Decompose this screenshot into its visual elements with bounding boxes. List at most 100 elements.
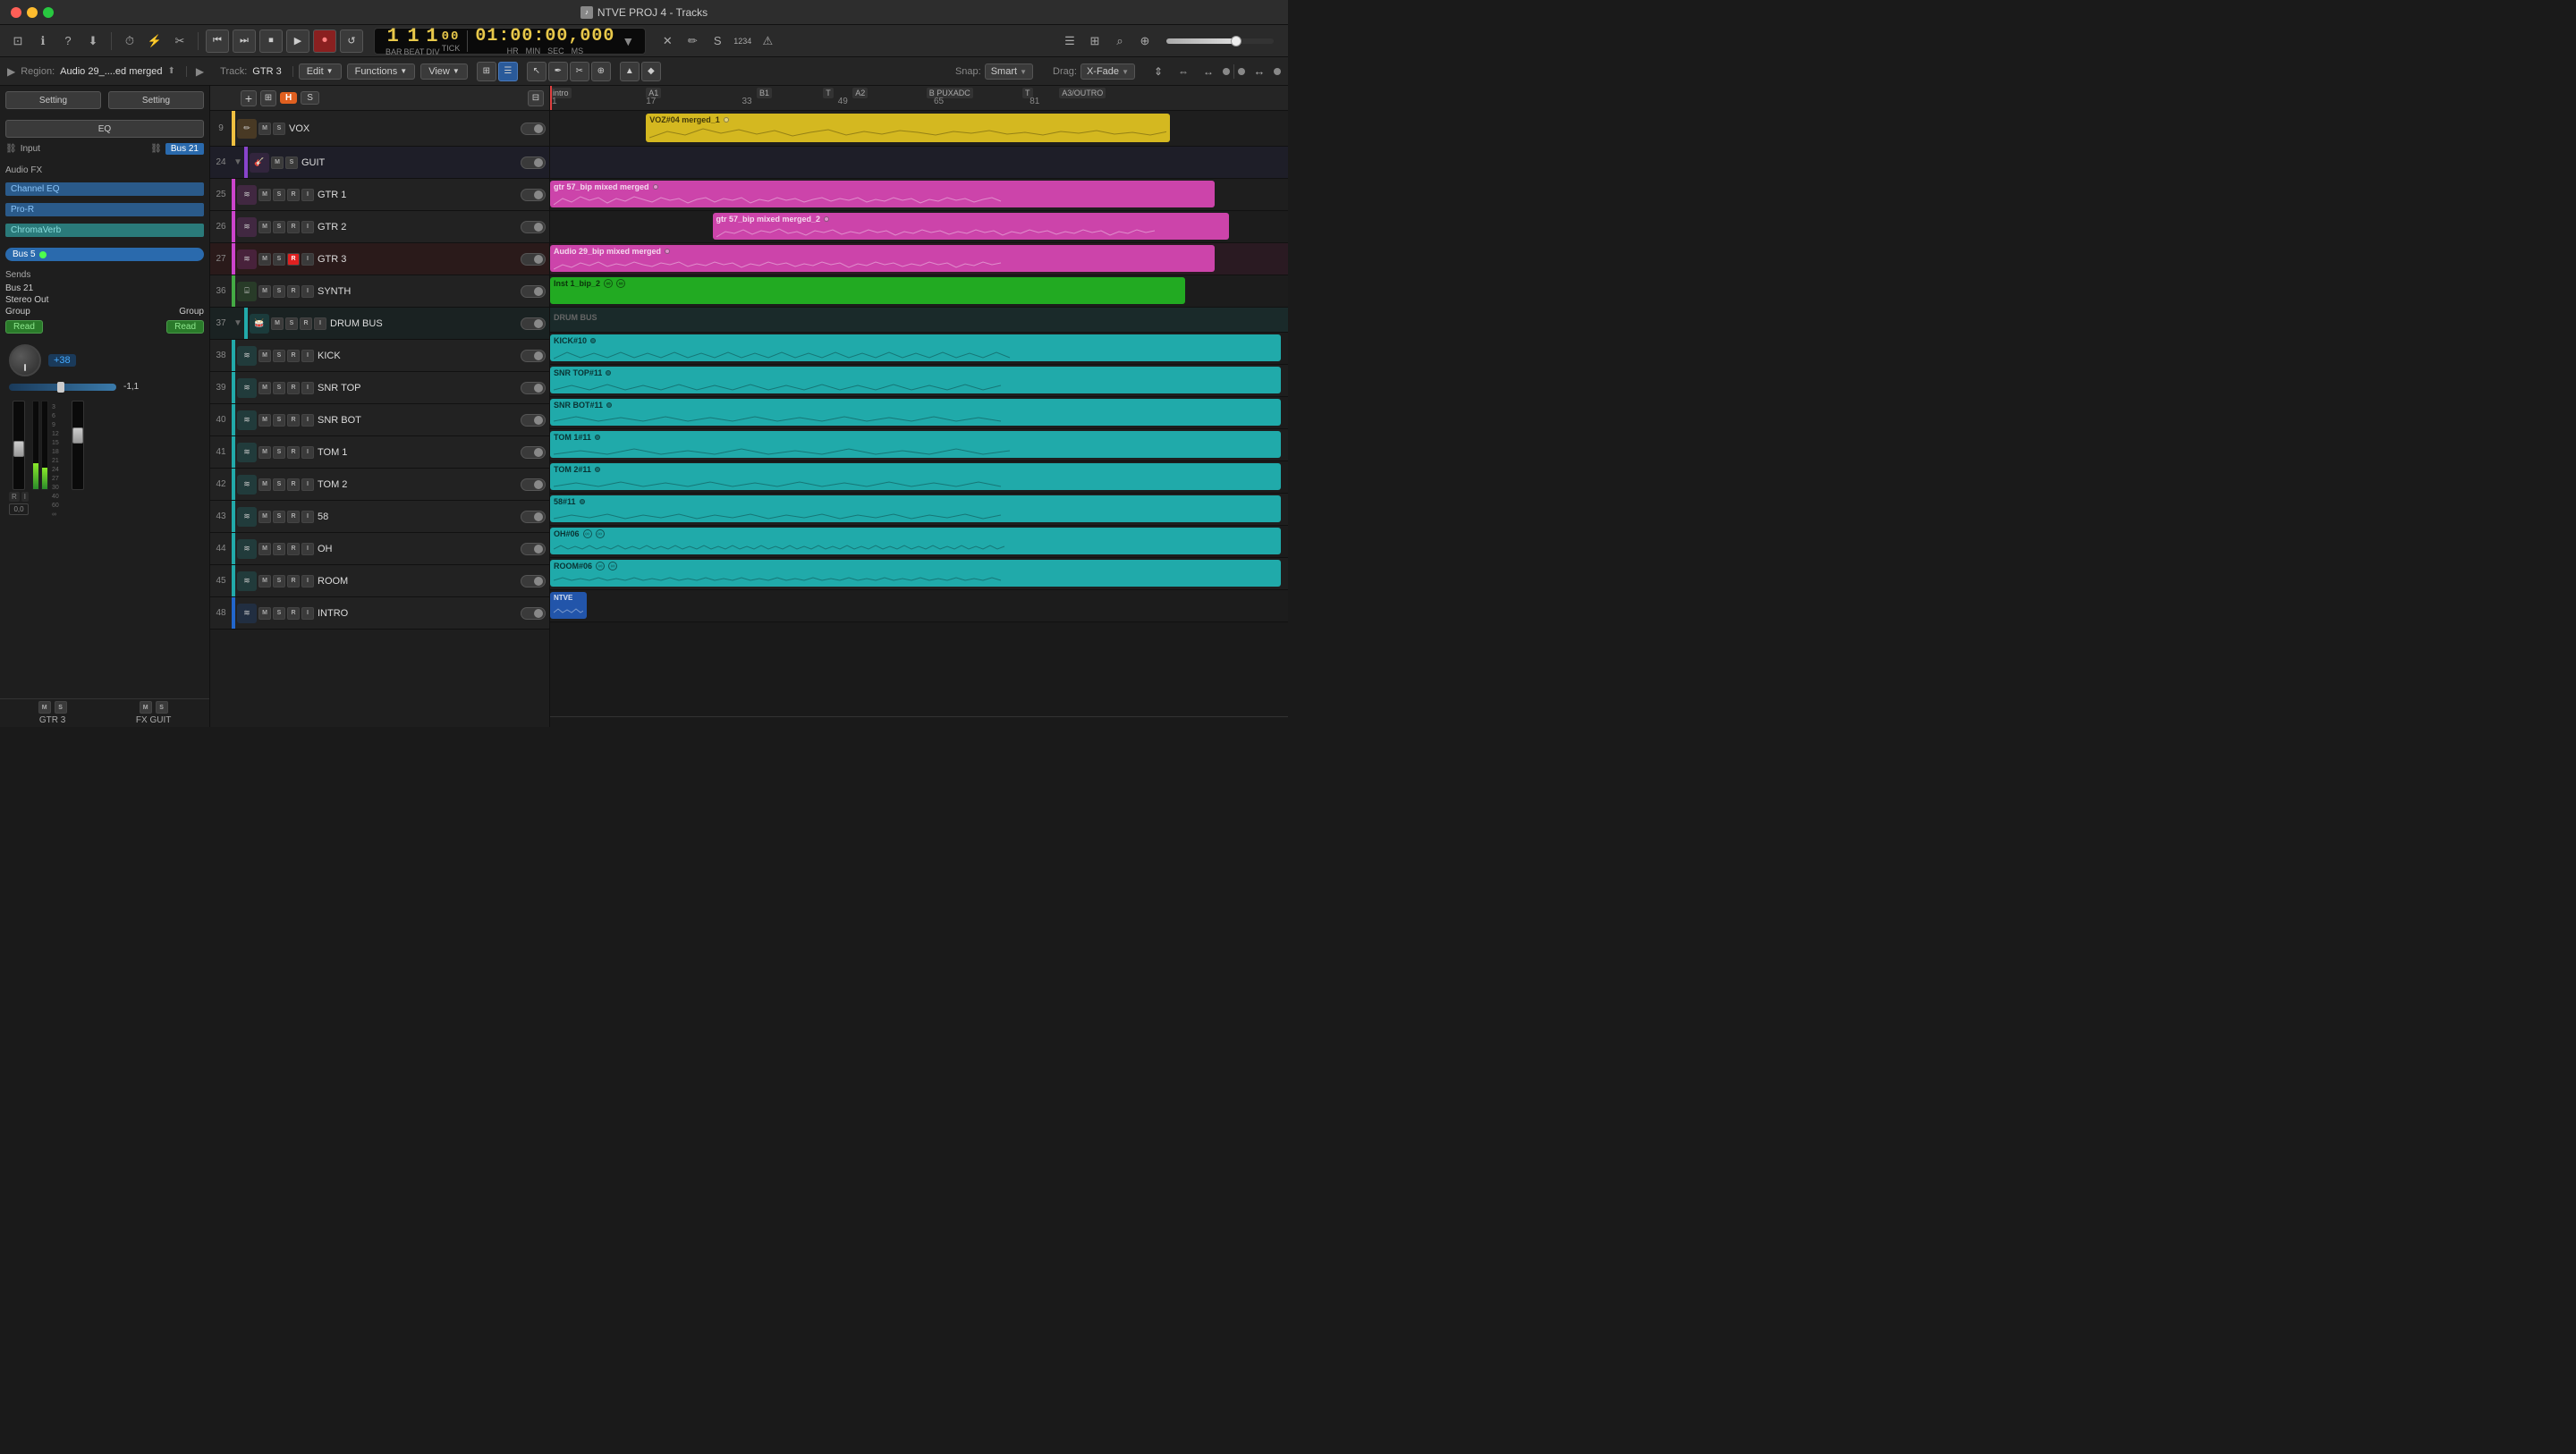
rec-TOM 1[interactable]: R — [287, 446, 300, 459]
fader-2[interactable] — [72, 401, 84, 490]
mute-SNR TOP[interactable]: M — [258, 382, 271, 394]
mute-TOM 2[interactable]: M — [258, 478, 271, 491]
mute-guit[interactable]: M — [271, 156, 284, 169]
arrow-alt-tool-btn[interactable]: ◆ — [641, 62, 661, 81]
solo-gtr2[interactable]: S — [273, 221, 285, 233]
mute-gtr3[interactable]: M — [258, 253, 271, 266]
gain-knob[interactable] — [9, 344, 41, 376]
bottom-s-btn-1[interactable]: S — [55, 701, 67, 714]
minimize-button[interactable] — [27, 7, 38, 18]
mute-SNR BOT[interactable]: M — [258, 414, 271, 427]
solo-SNR TOP[interactable]: S — [273, 382, 285, 394]
s-button[interactable]: S — [301, 91, 319, 105]
toolbar-alert-btn[interactable]: ⚠ — [757, 30, 778, 52]
solo-gtr1[interactable]: S — [273, 189, 285, 201]
input-drumbus[interactable]: I — [314, 317, 326, 330]
expand-drumbus[interactable]: ▼ — [232, 318, 244, 328]
track-toggle-TOM 2[interactable] — [521, 478, 546, 491]
stop-button[interactable]: ⏹ — [259, 30, 283, 53]
rec-intro[interactable]: R — [287, 607, 300, 620]
input-synth[interactable]: I — [301, 285, 314, 298]
rewind-button[interactable]: ⏮ — [206, 30, 229, 53]
solo-drumbus[interactable]: S — [285, 317, 298, 330]
region-room06[interactable]: ROOM#06 ∞ ∞ — [550, 560, 1281, 587]
read-btn-1[interactable]: Read — [5, 320, 43, 334]
rec-synth[interactable]: R — [287, 285, 300, 298]
arrow-tool-btn[interactable]: ▲ — [620, 62, 640, 81]
solo-ROOM[interactable]: S — [273, 575, 285, 588]
rec-gtr1[interactable]: R — [287, 189, 300, 201]
mute-gtr2[interactable]: M — [258, 221, 271, 233]
track-toggle-TOM 1[interactable] — [521, 446, 546, 459]
marquee-tool-btn[interactable]: ✒ — [548, 62, 568, 81]
toolbar-cut-btn[interactable]: ✂ — [169, 30, 191, 52]
bottom-m-btn-2[interactable]: M — [140, 701, 152, 714]
bottom-m-btn-1[interactable]: M — [38, 701, 51, 714]
fit-tracks-h-btn[interactable]: ⇔ — [1173, 61, 1194, 82]
solo-SNR BOT[interactable]: S — [273, 414, 285, 427]
track-config-icon[interactable]: ⊟ — [528, 90, 544, 106]
toolbar-download-btn[interactable]: ⬇ — [82, 30, 104, 52]
input-KICK[interactable]: I — [301, 350, 314, 362]
list-view-btn[interactable]: ☰ — [498, 62, 518, 81]
mute-TOM 1[interactable]: M — [258, 446, 271, 459]
rec-gtr2[interactable]: R — [287, 221, 300, 233]
region-inst1-bip[interactable]: Inst 1_bip_2 ∞ ∞ — [550, 277, 1185, 304]
track-toggle-KICK[interactable] — [521, 350, 546, 362]
toolbar-search-btn[interactable]: ⌕ — [1109, 30, 1131, 52]
rec-TOM 2[interactable]: R — [287, 478, 300, 491]
fit-tracks-btn[interactable]: ⇕ — [1148, 61, 1169, 82]
region-audio29-merged[interactable]: Audio 29_bip mixed merged — [550, 245, 1215, 272]
region-gtr57-merged2[interactable]: gtr 57_bip mixed merged_2 — [713, 213, 1230, 240]
region-tom1-11[interactable]: TOM 1#11 — [550, 431, 1281, 458]
solo-TOM 2[interactable]: S — [273, 478, 285, 491]
transport-chevron-icon[interactable]: ▼ — [622, 34, 634, 48]
track-toggle-gtr3[interactable] — [521, 253, 546, 266]
zoom-arrow-btn[interactable]: ↔ — [1249, 61, 1270, 82]
mute-KICK[interactable]: M — [258, 350, 271, 362]
close-button[interactable] — [11, 7, 21, 18]
input-SNR BOT[interactable]: I — [301, 414, 314, 427]
track-toggle-vox[interactable] — [521, 123, 546, 135]
toolbar-lcd-btn[interactable]: ⊡ — [7, 30, 29, 52]
track-toggle-intro[interactable] — [521, 607, 546, 620]
solo-synth[interactable]: S — [273, 285, 285, 298]
track-toggle-58[interactable] — [521, 511, 546, 523]
rec-gtr3[interactable]: R — [287, 253, 300, 266]
input-ROOM[interactable]: I — [301, 575, 314, 588]
read-btn-2[interactable]: Read — [166, 320, 204, 334]
solo-gtr3[interactable]: S — [273, 253, 285, 266]
toolbar-list-btn[interactable]: ☰ — [1059, 30, 1080, 52]
rec-SNR BOT[interactable]: R — [287, 414, 300, 427]
region-snrbot11[interactable]: SNR BOT#11 — [550, 399, 1281, 426]
channel-eq-fx[interactable]: Channel EQ — [5, 182, 204, 196]
add-track-button[interactable]: + — [241, 90, 257, 106]
pro-r-fx[interactable]: Pro-R — [5, 203, 204, 216]
expand-guit[interactable]: ▼ — [232, 157, 244, 167]
eq-button[interactable]: EQ — [5, 120, 204, 138]
track-toggle-gtr2[interactable] — [521, 221, 546, 233]
track-toggle-SNR TOP[interactable] — [521, 382, 546, 394]
solo-vox[interactable]: S — [273, 123, 285, 135]
input-OH[interactable]: I — [301, 543, 314, 555]
region-voz04[interactable]: VOZ#04 merged_1 — [646, 114, 1170, 142]
view-menu[interactable]: View ▼ — [420, 63, 468, 80]
mute-gtr1[interactable]: M — [258, 189, 271, 201]
solo-guit[interactable]: S — [285, 156, 298, 169]
edit-menu[interactable]: Edit ▼ — [299, 63, 342, 80]
region-kick10[interactable]: KICK#10 — [550, 334, 1281, 361]
region-ntve[interactable]: NTVE — [550, 592, 587, 619]
solo-TOM 1[interactable]: S — [273, 446, 285, 459]
solo-intro[interactable]: S — [273, 607, 285, 620]
region-58-11[interactable]: 58#11 — [550, 495, 1281, 522]
rec-58[interactable]: R — [287, 511, 300, 523]
rec-ROOM[interactable]: R — [287, 575, 300, 588]
loop-button[interactable]: ↺ — [340, 30, 363, 53]
mute-vox[interactable]: M — [258, 123, 271, 135]
snap-selector[interactable]: Smart ▼ — [985, 63, 1033, 80]
mute-ROOM[interactable]: M — [258, 575, 271, 588]
region-tom2-11[interactable]: TOM 2#11 — [550, 463, 1281, 490]
bus-5-btn[interactable]: Bus 5 — [5, 248, 204, 261]
toolbar-metronome-btn[interactable]: ⏱ — [119, 30, 140, 52]
toolbar-clear-btn[interactable]: ✕ — [657, 30, 678, 52]
